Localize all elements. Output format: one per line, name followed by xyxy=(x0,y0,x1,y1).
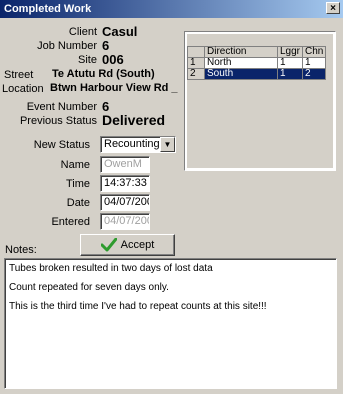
new-status-label: New Status xyxy=(33,139,90,151)
grid-cell-direction[interactable]: North xyxy=(204,57,278,69)
notes-line: This is the third time I've had to repea… xyxy=(9,301,267,312)
street-value: Te Atutu Rd (South) xyxy=(52,68,155,80)
direction-grid[interactable]: Direction Lggr Chn 1 North 1 1 2 South 1… xyxy=(187,46,327,80)
notes-label: Notes: xyxy=(5,244,37,256)
date-field[interactable]: 04/07/2001 xyxy=(100,194,150,211)
name-label: Name xyxy=(60,159,90,171)
client-value: Casul xyxy=(102,24,138,39)
accept-button[interactable]: Accept xyxy=(80,234,175,256)
job-number-label: Job Number xyxy=(37,40,97,52)
time-field[interactable]: 14:37:33 xyxy=(100,175,150,192)
street-label: Street xyxy=(4,69,34,81)
grid-row[interactable]: 1 North 1 1 xyxy=(187,57,327,69)
grid-cell-chn[interactable]: 2 xyxy=(302,68,327,80)
location-value: Btwn Harbour View Rd _Bea xyxy=(50,82,178,94)
grid-cell-direction[interactable]: South xyxy=(204,68,278,80)
notes-line: Tubes broken resulted in two days of los… xyxy=(9,263,213,274)
close-icon: × xyxy=(330,3,336,14)
new-status-select[interactable]: Recounting ▼ xyxy=(100,136,176,153)
name-field-value: OwenM xyxy=(104,158,142,170)
previous-status-label: Previous Status xyxy=(19,115,97,127)
time-field-value: 14:37:33 xyxy=(104,177,147,189)
location-label: Location xyxy=(2,83,44,95)
new-status-value: Recounting xyxy=(104,138,160,150)
grid-cell-chn[interactable]: 1 xyxy=(302,57,327,69)
site-label: Site xyxy=(78,54,97,66)
time-label: Time xyxy=(65,178,90,190)
grid-cell-lggr[interactable]: 1 xyxy=(276,68,304,80)
grid-header-lggr[interactable]: Lggr xyxy=(276,46,304,58)
previous-status-value: Delivered xyxy=(102,112,166,128)
direction-grid-panel: Direction Lggr Chn 1 North 1 1 2 South 1… xyxy=(184,31,336,171)
accept-button-label: Accept xyxy=(120,239,155,251)
grid-header-direction[interactable]: Direction xyxy=(204,46,278,58)
client-label: Client xyxy=(68,26,97,38)
grid-cell-lggr[interactable]: 1 xyxy=(276,57,304,69)
grid-corner-cell xyxy=(187,46,205,58)
check-icon xyxy=(100,238,117,252)
grid-header-chn[interactable]: Chn xyxy=(302,46,327,58)
entered-field: 04/07/2001 xyxy=(100,213,150,230)
window-title-bar[interactable]: Completed Work × xyxy=(0,0,343,18)
grid-row-selected[interactable]: 2 South 1 2 xyxy=(187,68,327,80)
grid-header-row: Direction Lggr Chn xyxy=(187,46,327,58)
job-number-value: 6 xyxy=(102,38,110,53)
chevron-down-icon[interactable]: ▼ xyxy=(160,137,175,152)
grid-row-number[interactable]: 2 xyxy=(187,68,205,80)
grid-row-number[interactable]: 1 xyxy=(187,57,205,69)
date-field-value: 04/07/2001 xyxy=(104,196,149,208)
window-title: Completed Work xyxy=(4,3,92,15)
name-field: OwenM xyxy=(100,156,150,173)
entered-label: Entered xyxy=(51,216,90,228)
date-label: Date xyxy=(66,197,90,209)
site-value: 006 xyxy=(102,52,124,67)
close-button[interactable]: × xyxy=(326,2,340,14)
entered-field-value: 04/07/2001 xyxy=(104,215,149,227)
notes-line: Count repeated for seven days only. xyxy=(9,282,169,293)
notes-textarea[interactable]: Tubes broken resulted in two days of los… xyxy=(4,258,337,389)
event-number-label: Event Number xyxy=(26,101,97,113)
